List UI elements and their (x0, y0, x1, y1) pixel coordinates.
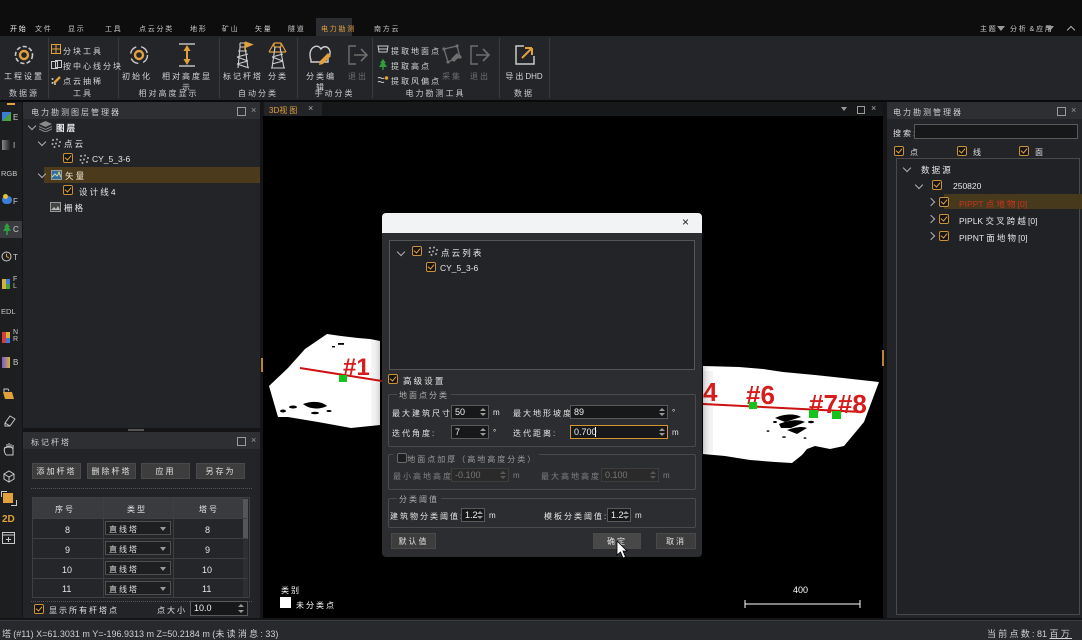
svg-text:4: 4 (703, 377, 718, 407)
svg-text:400: 400 (793, 585, 808, 595)
svg-text:#1: #1 (343, 354, 370, 381)
